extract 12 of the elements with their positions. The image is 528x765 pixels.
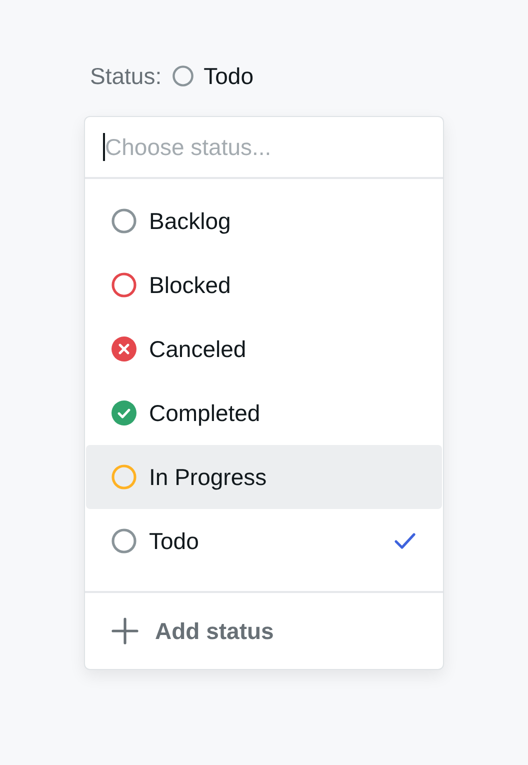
plus-icon xyxy=(111,617,139,645)
status-option[interactable]: In Progress xyxy=(86,445,442,509)
status-option[interactable]: Canceled xyxy=(86,317,442,381)
status-option[interactable]: Completed xyxy=(86,381,442,445)
status-option[interactable]: Todo xyxy=(86,509,442,573)
add-status-button[interactable]: Add status xyxy=(85,603,300,659)
status-value: Todo xyxy=(204,62,254,90)
search-field[interactable]: Choose status... xyxy=(85,117,443,179)
status-label: Status: xyxy=(90,62,162,90)
status-option[interactable]: Blocked xyxy=(86,253,442,317)
status-option[interactable]: Backlog xyxy=(86,189,442,253)
text-cursor xyxy=(103,133,105,161)
